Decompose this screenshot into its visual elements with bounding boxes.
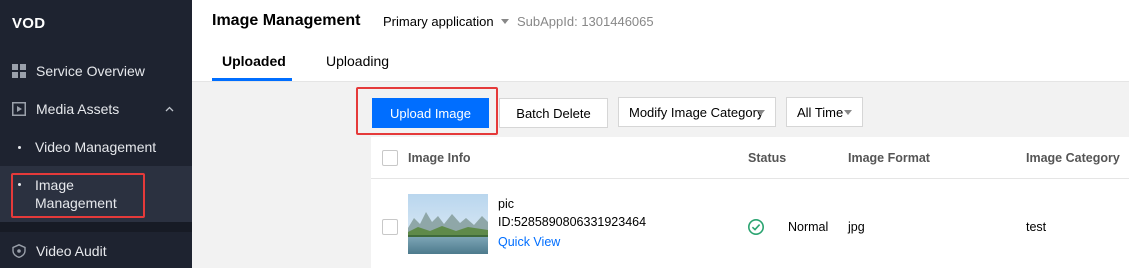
status-text: Normal [788,220,829,234]
shield-icon [12,244,26,259]
select-all-checkbox[interactable] [382,150,398,166]
check-circle-icon [747,218,765,236]
caret-down-icon [757,110,765,115]
subapp-id: SubAppId: 1301446065 [517,14,654,29]
row-checkbox[interactable] [382,219,398,235]
table-header: Image Info Status Image Format Image Cat… [371,137,1129,179]
image-category-select[interactable]: Modify Image Category [618,97,776,127]
image-format: jpg [848,220,865,234]
sidebar-item-media-assets[interactable]: Media Assets [0,97,192,121]
column-header-image-format: Image Format [848,151,930,165]
page-title: Image Management [212,12,361,29]
column-header-status: Status [748,151,787,165]
chevron-up-icon [165,103,174,115]
quick-view-link[interactable]: Quick View [498,235,560,249]
sidebar-item-label: Video Management [35,139,157,155]
sidebar-divider [0,222,192,232]
tab-uploading[interactable]: Uploading [326,53,389,69]
play-box-icon [12,102,26,116]
sidebar-item-video-management[interactable]: Video Management [0,134,192,160]
bullet-icon [18,146,21,149]
sidebar-item-label: Video Audit [36,243,107,259]
highlight-box-sidebar [11,173,145,218]
sidebar-item-label: Service Overview [36,63,145,79]
image-category: test [1026,220,1047,234]
time-range-select-value: All Time [797,104,844,120]
column-header-image-info: Image Info [408,151,471,165]
application-select-value: Primary application [383,14,494,29]
image-id: ID:5285890806331923464 [498,215,647,229]
application-select[interactable]: Primary application [383,14,509,29]
active-tab-indicator [212,78,292,81]
sidebar-item-label: Media Assets [36,101,120,117]
tab-uploaded[interactable]: Uploaded [222,53,286,69]
highlight-box-upload [356,87,498,135]
sidebar: VOD Service Overview Media Assets Video … [0,0,192,268]
image-name: pic [498,197,514,211]
sidebar-item-video-audit[interactable]: Video Audit [0,239,192,263]
time-range-select[interactable]: All Time [786,97,863,127]
image-category-select-value: Modify Image Category [629,104,764,120]
page-header: Image Management Primary application Sub… [192,0,1129,82]
image-table: Image Info Status Image Format Image Cat… [371,137,1129,268]
column-header-image-category: Image Category [1026,151,1120,165]
caret-down-icon [500,19,509,24]
batch-delete-button[interactable]: Batch Delete [499,98,608,128]
image-thumbnail[interactable] [408,194,488,254]
caret-down-icon [844,110,852,115]
brand-logo: VOD [12,15,46,32]
grid-icon [12,64,26,78]
sidebar-item-service-overview[interactable]: Service Overview [0,59,192,83]
